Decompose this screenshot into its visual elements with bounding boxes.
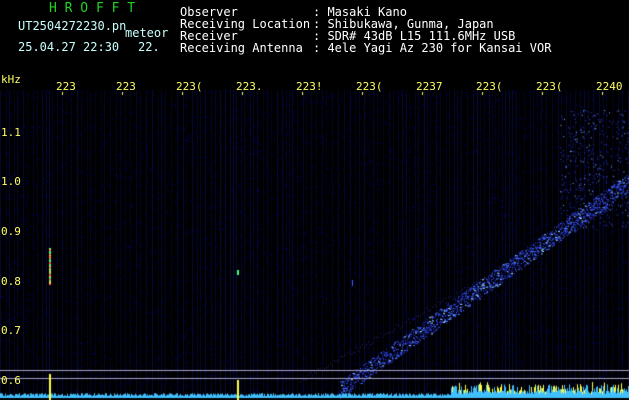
datetime-label: 25.04.27 22:30 <box>18 40 120 54</box>
extra-label: 22. <box>138 40 160 54</box>
y-tick-label: 0.8 <box>1 275 21 288</box>
x-tick-label: 223! <box>296 80 323 93</box>
x-tick-label: 223( <box>176 80 203 93</box>
x-tick-label: 223( <box>536 80 563 93</box>
y-tick-label: 1.1 <box>1 126 21 139</box>
filename-label: UT2504272230.pn <box>18 19 127 33</box>
x-tick-label: 223( <box>356 80 383 93</box>
y-tick-label: 0.6 <box>1 374 21 387</box>
header-panel: H R O F F T UT2504272230.pn meteor 25.04… <box>0 0 629 72</box>
x-tick-label: 223( <box>476 80 503 93</box>
antenna-label: Receiving Antenna <box>180 41 303 55</box>
x-tick-label: 223 <box>56 80 76 93</box>
app-title: H R O F F T <box>49 1 136 16</box>
x-tick-label: 2237 <box>416 80 443 93</box>
x-tick-label: 223 <box>116 80 136 93</box>
y-tick-label: 1.0 <box>1 175 21 188</box>
antenna-value: : 4ele Yagi Az 230 for Kansai VOR <box>313 41 552 55</box>
x-tick-label: 2240 <box>596 80 623 93</box>
y-tick-label: 0.9 <box>1 225 21 238</box>
x-tick-label: 223. <box>236 80 263 93</box>
y-unit-label: kHz <box>1 73 21 86</box>
meteor-tag: meteor <box>125 26 169 40</box>
y-tick-label: 0.7 <box>1 324 21 337</box>
